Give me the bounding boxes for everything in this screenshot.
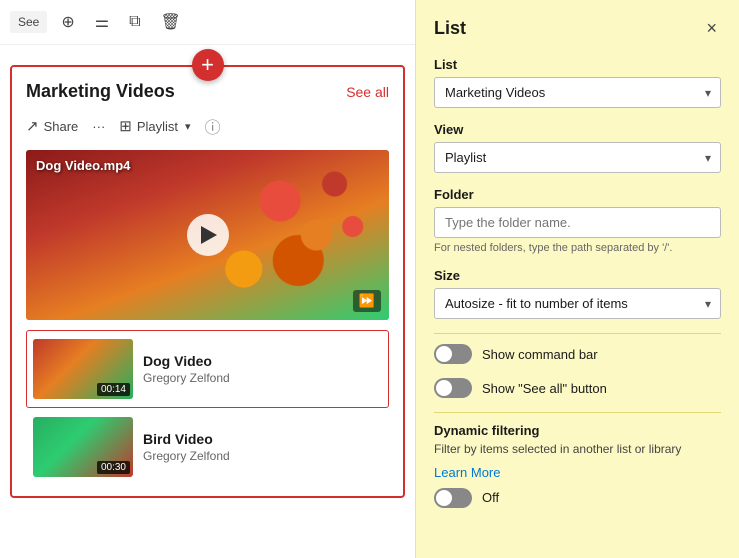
list-field-label: List xyxy=(434,57,721,72)
see-all-toggle-row: Show "See all" button xyxy=(434,378,721,398)
top-toolbar: See ⊕ ⚌ ⧉ 🗑 xyxy=(0,0,415,45)
more-button[interactable]: ··· xyxy=(92,119,105,134)
dynamic-filtering-off-label: Off xyxy=(482,490,499,505)
size-select[interactable]: Autosize - fit to number of items Small … xyxy=(434,288,721,319)
playlist-label: Playlist xyxy=(137,119,178,134)
video-name: Bird Video xyxy=(143,431,382,447)
share-button[interactable]: ↗ Share xyxy=(26,117,78,135)
folder-field-label: Folder xyxy=(434,187,721,202)
folder-input[interactable] xyxy=(434,207,721,238)
divider2 xyxy=(434,412,721,413)
see-all-toggle[interactable] xyxy=(434,378,472,398)
size-select-wrap: Autosize - fit to number of items Small … xyxy=(434,288,721,319)
copy-button[interactable]: ⧉ xyxy=(123,9,146,35)
see-all-button[interactable]: See all xyxy=(346,84,389,100)
thumbnail-wrap: 00:30 xyxy=(33,417,133,477)
info-icon: ⓘ xyxy=(205,120,221,137)
folder-field-group: Folder For nested folders, type the path… xyxy=(434,187,721,254)
panel-title: List xyxy=(434,18,466,39)
playlist-icon: ⊞ xyxy=(119,117,132,135)
view-field-label: View xyxy=(434,122,721,137)
info-button[interactable]: ⓘ xyxy=(205,114,221,138)
share-icon: ↗ xyxy=(26,117,39,135)
view-field-group: View Playlist Default Compact ▾ xyxy=(434,122,721,173)
list-select-wrap: Marketing Videos ▾ xyxy=(434,77,721,108)
video-item[interactable]: 00:14 Dog Video Gregory Zelfond xyxy=(26,330,389,408)
add-button[interactable]: + xyxy=(192,49,224,81)
learn-more-link[interactable]: Learn More xyxy=(434,465,500,480)
command-bar-label: Show command bar xyxy=(482,347,598,362)
dynamic-filtering-section: Dynamic filtering Filter by items select… xyxy=(434,423,721,508)
divider xyxy=(434,333,721,334)
share-label: Share xyxy=(44,119,79,134)
list-container: Marketing Videos See all ↗ Share ··· ⊞ P… xyxy=(10,65,405,498)
dynamic-filtering-desc: Filter by items selected in another list… xyxy=(434,441,721,458)
video-item[interactable]: 00:30 Bird Video Gregory Zelfond xyxy=(26,408,389,486)
dynamic-filtering-toggle-row: Off xyxy=(434,488,721,508)
list-select[interactable]: Marketing Videos xyxy=(434,77,721,108)
more-label: ··· xyxy=(92,119,105,134)
see-label: See xyxy=(10,11,47,33)
video-author: Gregory Zelfond xyxy=(143,371,382,385)
bird-duration: 00:30 xyxy=(97,461,130,474)
list-header: Marketing Videos See all xyxy=(26,81,389,102)
playlist-chevron-icon: ▾ xyxy=(185,120,191,133)
delete-button[interactable]: 🗑 xyxy=(155,8,187,36)
forward-icon: ⏩ xyxy=(359,293,375,308)
dynamic-filtering-title: Dynamic filtering xyxy=(434,423,721,438)
video-author: Gregory Zelfond xyxy=(143,449,382,463)
video-player: Dog Video.mp4 ⏩ xyxy=(26,150,389,320)
dog-duration: 00:14 xyxy=(97,383,130,396)
panel-header: List × xyxy=(434,16,721,41)
thumbnail-wrap: 00:14 xyxy=(33,339,133,399)
left-panel: See ⊕ ⚌ ⧉ 🗑 + Marketing Videos See all ↗… xyxy=(0,0,415,558)
move-button[interactable]: ⊕ xyxy=(55,8,80,36)
play-button[interactable] xyxy=(187,214,229,256)
now-playing-label: Dog Video.mp4 xyxy=(36,158,130,173)
view-select-wrap: Playlist Default Compact ▾ xyxy=(434,142,721,173)
adjust-button[interactable]: ⚌ xyxy=(89,8,115,36)
forward-button[interactable]: ⏩ xyxy=(353,290,381,312)
play-icon xyxy=(201,226,217,244)
command-bar-toggle-row: Show command bar xyxy=(434,344,721,364)
video-name: Dog Video xyxy=(143,353,382,369)
close-button[interactable]: × xyxy=(702,16,721,41)
right-panel: List × List Marketing Videos ▾ View Play… xyxy=(415,0,739,558)
see-all-label: Show "See all" button xyxy=(482,381,607,396)
command-bar-toggle[interactable] xyxy=(434,344,472,364)
dynamic-filtering-toggle[interactable] xyxy=(434,488,472,508)
video-info: Bird Video Gregory Zelfond xyxy=(143,431,382,463)
size-field-label: Size xyxy=(434,268,721,283)
folder-hint: For nested folders, type the path separa… xyxy=(434,242,721,254)
size-field-group: Size Autosize - fit to number of items S… xyxy=(434,268,721,319)
playlist-button[interactable]: ⊞ Playlist ▾ xyxy=(119,117,190,135)
list-field-group: List Marketing Videos ▾ xyxy=(434,57,721,108)
video-list: 00:14 Dog Video Gregory Zelfond 00:30 Bi… xyxy=(26,330,389,486)
video-info: Dog Video Gregory Zelfond xyxy=(143,353,382,385)
list-actions: ↗ Share ··· ⊞ Playlist ▾ ⓘ xyxy=(26,114,389,138)
list-title: Marketing Videos xyxy=(26,81,175,102)
view-select[interactable]: Playlist Default Compact xyxy=(434,142,721,173)
